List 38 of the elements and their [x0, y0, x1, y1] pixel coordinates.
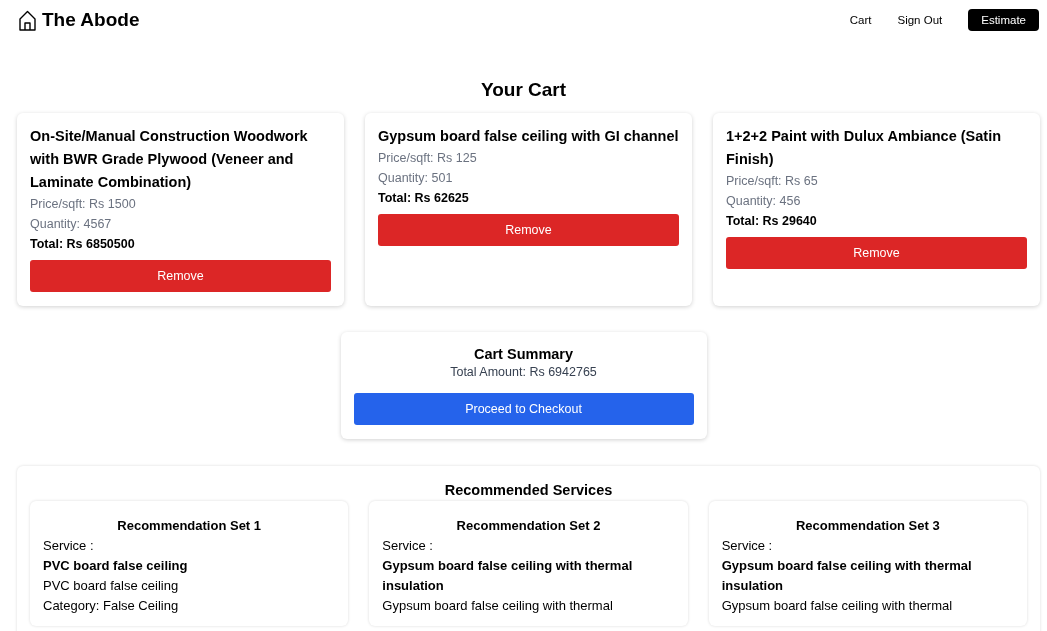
item-quantity: Quantity: 456: [726, 193, 802, 210]
set-title: Recommendation Set 3: [794, 517, 941, 535]
service-label: Service :: [721, 537, 774, 555]
item-name: 1+2+2 Paint with Dulux Ambiance (Satin Finish): [726, 127, 1003, 169]
service-name: Gypsum board false ceiling with thermal insulation: [721, 557, 973, 595]
item-total: Total: Rs 29640: [726, 213, 818, 230]
remove-button[interactable]: Remove: [726, 237, 1027, 269]
service-name: PVC board false ceiling: [43, 557, 189, 575]
service-description: PVC board false ceiling: [43, 577, 180, 595]
item-price: Price/sqft: Rs 1500: [30, 196, 137, 213]
service-name: Gypsum board false ceiling with thermal insulation: [382, 557, 634, 595]
home-icon: [19, 9, 36, 31]
item-quantity: Quantity: 501: [378, 170, 454, 187]
remove-button[interactable]: Remove: [378, 214, 679, 246]
item-name: On-Site/Manual Construction Woodwork with BWR Grade Plywood (Veneer and Laminate Combination): [30, 127, 309, 192]
item-price: Price/sqft: Rs 125: [378, 150, 478, 167]
recommendations-title: Recommended Services: [443, 482, 614, 498]
service-description: Gypsum board false ceiling with thermal: [382, 597, 614, 615]
page-title: Your Cart: [479, 79, 568, 101]
estimate-button[interactable]: Estimate: [968, 9, 1039, 31]
item-name: Gypsum board false ceiling with GI channel: [378, 127, 679, 146]
item-total: Total: Rs 6850500: [30, 236, 136, 253]
brand-name[interactable]: The Abode: [42, 9, 140, 31]
remove-button[interactable]: Remove: [30, 260, 331, 292]
summary-title: Cart Summary: [472, 346, 575, 362]
item-total: Total: Rs 62625: [378, 190, 470, 207]
set-title: Recommendation Set 2: [455, 517, 602, 535]
item-price: Price/sqft: Rs 65: [726, 173, 819, 190]
nav-link[interactable]: Sign Out: [884, 14, 956, 26]
total-amount: Total Amount: Rs 6942765: [449, 365, 598, 379]
set-title: Recommendation Set 1: [116, 517, 263, 535]
item-quantity: Quantity: 4567: [30, 216, 113, 233]
nav-link[interactable]: Cart: [836, 14, 885, 26]
service-label: Service :: [43, 537, 95, 555]
service-label: Service :: [382, 537, 434, 555]
checkout-button[interactable]: Proceed to Checkout: [353, 393, 694, 425]
service-category: Category: False Ceiling: [43, 597, 180, 615]
service-description: Gypsum board false ceiling with thermal: [721, 597, 954, 615]
